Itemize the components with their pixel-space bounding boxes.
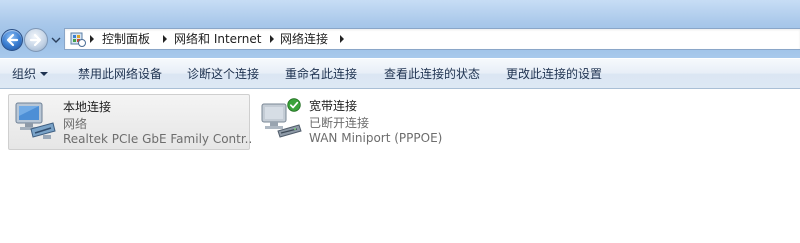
- connection-item-local[interactable]: 本地连接 网络 Realtek PCIe GbE Family Contr...: [8, 94, 251, 150]
- breadcrumb-network-internet[interactable]: 网络和 Internet: [174, 31, 261, 47]
- organize-menu[interactable]: 组织: [12, 66, 36, 82]
- address-field[interactable]: 控制面板 网络和 Internet 网络连接: [64, 28, 800, 50]
- back-arrow-icon: [6, 33, 19, 47]
- connection-status: 已断开连接: [309, 116, 370, 130]
- command-bar: 组织 禁用此网络设备 诊断这个连接 重命名此连接 查看此连接的状态 更改此连接的…: [0, 58, 800, 89]
- breadcrumb-network-connections[interactable]: 网络连接: [280, 31, 328, 47]
- address-bar-region: 控制面板 网络和 Internet 网络连接: [0, 0, 800, 58]
- back-button[interactable]: [1, 29, 23, 51]
- recent-pages-dropdown-icon[interactable]: [51, 36, 61, 44]
- connection-device: Realtek PCIe GbE Family Contr...: [63, 132, 251, 146]
- organize-dropdown-icon[interactable]: [40, 72, 48, 76]
- view-status-button[interactable]: 查看此连接的状态: [384, 66, 480, 82]
- change-settings-button[interactable]: 更改此连接的设置: [506, 66, 602, 82]
- connection-item-broadband[interactable]: 宽带连接 已断开连接 WAN Miniport (PPPOE): [255, 94, 497, 150]
- breadcrumb-separator-icon[interactable]: [163, 35, 167, 43]
- control-panel-icon: [70, 32, 86, 47]
- connection-name: 宽带连接: [309, 99, 358, 113]
- connected-check-icon: [287, 98, 301, 112]
- network-adapter-icon: [15, 102, 56, 139]
- breadcrumb-control-panel[interactable]: 控制面板: [102, 31, 150, 47]
- disable-device-button[interactable]: 禁用此网络设备: [78, 66, 162, 82]
- breadcrumb-separator-icon[interactable]: [340, 35, 344, 43]
- rename-connection-button[interactable]: 重命名此连接: [285, 66, 357, 82]
- forward-arrow-icon: [29, 33, 42, 47]
- breadcrumb-separator-icon[interactable]: [90, 35, 94, 43]
- forward-button[interactable]: [24, 28, 48, 52]
- breadcrumb-separator-icon[interactable]: [270, 35, 274, 43]
- diagnose-connection-button[interactable]: 诊断这个连接: [187, 66, 259, 82]
- connection-device: WAN Miniport (PPPOE): [309, 131, 443, 145]
- connection-status: 网络: [63, 117, 88, 131]
- connection-name: 本地连接: [63, 100, 112, 114]
